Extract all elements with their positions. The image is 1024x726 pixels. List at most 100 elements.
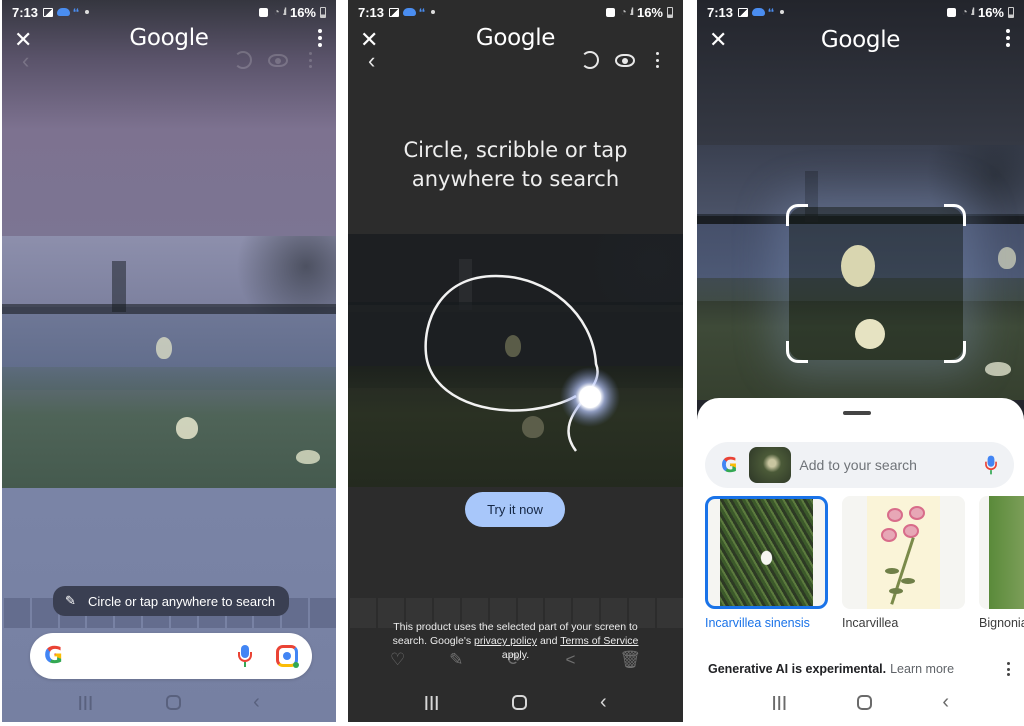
- alarm-icon: [946, 7, 956, 17]
- message-icon: ❛❛: [419, 6, 425, 17]
- instruction-line: Circle, scribble or tap: [403, 138, 628, 162]
- generative-ai-notice: Generative AI is experimental. Learn mor…: [697, 654, 1024, 684]
- add-to-search-input[interactable]: Add to your search: [799, 457, 986, 473]
- google-g-logo: G: [721, 453, 738, 477]
- crop-handle[interactable]: [786, 341, 808, 363]
- scribble-icon: ✎: [65, 593, 76, 608]
- dot-icon: [779, 10, 784, 14]
- result-image: [842, 496, 965, 609]
- alarm-icon: [258, 7, 268, 17]
- result-label: Incarvillea sinensis: [705, 616, 810, 630]
- top-app-bar: ✕ Google: [697, 24, 1024, 58]
- legal-notice: This product uses the selected part of y…: [378, 620, 653, 662]
- google-g-logo: G: [44, 643, 63, 669]
- recents-button[interactable]: |||: [772, 694, 788, 711]
- status-time: 7:13: [12, 4, 39, 20]
- top-app-bar: ✕ Google: [2, 24, 336, 58]
- battery-icon: [1008, 6, 1014, 18]
- mic-icon[interactable]: [985, 455, 997, 475]
- battery-percent: 16%: [977, 4, 1004, 20]
- results-sheet: G Add to your search Incarvillea sinensi…: [697, 398, 1024, 722]
- hint-text: Circle or tap anywhere to search: [88, 593, 276, 609]
- signal-icon: .ıl: [629, 6, 635, 18]
- app-title: Google: [820, 27, 901, 53]
- home-button[interactable]: [857, 694, 873, 710]
- app-title: Google: [129, 25, 209, 51]
- instruction-text: Circle, scribble or tap anywhere to sear…: [348, 136, 683, 194]
- learn-more-link[interactable]: Learn more: [890, 662, 954, 676]
- screen-search-results: 7:13 ❛❛ ◔ .ıl 16% ✕ Google G Add to your…: [697, 0, 1024, 722]
- battery-percent: 16%: [289, 4, 316, 20]
- mic-icon[interactable]: [238, 645, 252, 667]
- photo-scene[interactable]: [2, 236, 336, 488]
- back-button[interactable]: ‹: [600, 691, 607, 714]
- hint-chip: ✎ Circle or tap anywhere to search: [53, 586, 289, 616]
- result-card[interactable]: Bignonia: [979, 496, 1024, 630]
- screen-circle-tutorial: 7:13 ❛❛ ◔ .ıl 16% ✕ Google ‹ Circle, scr…: [348, 0, 683, 722]
- privacy-policy-link[interactable]: privacy policy: [474, 635, 537, 647]
- system-nav-bar: ||| ‹: [697, 682, 1024, 722]
- instruction-line: anywhere to search: [411, 167, 620, 191]
- system-nav-bar: ||| ‹: [2, 682, 336, 722]
- dot-icon: [430, 10, 435, 14]
- alarm-icon: [605, 7, 615, 17]
- signal-icon: .ıl: [282, 6, 288, 18]
- wifi-icon: ◔: [620, 6, 627, 18]
- gallery-icon: [43, 7, 54, 17]
- legal-text: apply.: [501, 649, 530, 661]
- battery-icon: [667, 6, 673, 18]
- cloud-icon: [403, 8, 417, 16]
- screen-circle-to-search-hint: 7:13 ❛❛ ◔ .ıl 16% ✕ Google ‹ ✎ Circle or…: [2, 0, 336, 722]
- drag-handle[interactable]: [843, 411, 871, 415]
- status-bar: 7:13 ❛❛ ◔ .ıl 16%: [697, 0, 1024, 24]
- more-options-icon[interactable]: [318, 29, 322, 47]
- status-bar: 7:13 ❛❛ ◔ .ıl 16%: [2, 0, 336, 24]
- try-it-now-button[interactable]: Try it now: [465, 492, 565, 527]
- battery-icon: [320, 6, 326, 18]
- query-image-thumbnail[interactable]: [749, 447, 792, 483]
- status-time: 7:13: [358, 4, 385, 20]
- top-app-bar: ✕ Google: [348, 24, 683, 58]
- recents-button[interactable]: |||: [78, 694, 94, 711]
- google-search-bar[interactable]: G: [30, 633, 312, 679]
- system-nav-bar: ||| ‹: [348, 682, 683, 722]
- gallery-icon: [389, 7, 400, 17]
- circle-stroke: [424, 274, 599, 452]
- terms-of-service-link[interactable]: Terms of Service: [560, 635, 638, 647]
- wifi-icon: ◔: [961, 6, 968, 18]
- battery-percent: 16%: [636, 4, 663, 20]
- crop-handle[interactable]: [944, 204, 966, 226]
- more-options-icon[interactable]: [1007, 662, 1010, 676]
- result-image: [705, 496, 828, 609]
- back-button[interactable]: ‹: [253, 691, 260, 714]
- message-icon: ❛❛: [73, 6, 79, 17]
- signal-icon: .ıl: [970, 6, 976, 18]
- dot-icon: [84, 10, 89, 14]
- cloud-icon: [752, 8, 766, 16]
- recents-button[interactable]: |||: [424, 694, 440, 711]
- back-button[interactable]: ‹: [942, 691, 949, 714]
- selection-box[interactable]: [786, 204, 966, 363]
- visual-matches: Incarvillea sinensis Incarvillea Bignoni…: [705, 496, 1024, 630]
- result-image: [979, 496, 1024, 609]
- lens-icon[interactable]: [276, 645, 299, 668]
- search-bar[interactable]: G Add to your search: [705, 442, 1014, 488]
- circle-gesture-animation: [424, 274, 620, 452]
- cloud-icon: [57, 8, 71, 16]
- status-bar: 7:13 ❛❛ ◔ .ıl 16%: [348, 0, 683, 24]
- result-card[interactable]: Incarvillea sinensis: [705, 496, 828, 630]
- result-label: Incarvillea: [842, 616, 899, 630]
- crop-handle[interactable]: [786, 204, 808, 226]
- message-icon: ❛❛: [768, 6, 774, 17]
- legal-text: and: [537, 635, 561, 647]
- gallery-icon: [738, 7, 749, 17]
- home-button[interactable]: [165, 694, 181, 710]
- status-time: 7:13: [707, 4, 734, 20]
- result-label: Bignonia: [979, 616, 1024, 630]
- more-options-icon[interactable]: [1006, 29, 1010, 47]
- notice-text: Generative AI is experimental.: [708, 662, 887, 676]
- app-title: Google: [475, 25, 556, 51]
- wifi-icon: ◔: [273, 6, 280, 18]
- result-card[interactable]: Incarvillea: [842, 496, 965, 630]
- home-button[interactable]: [512, 694, 528, 710]
